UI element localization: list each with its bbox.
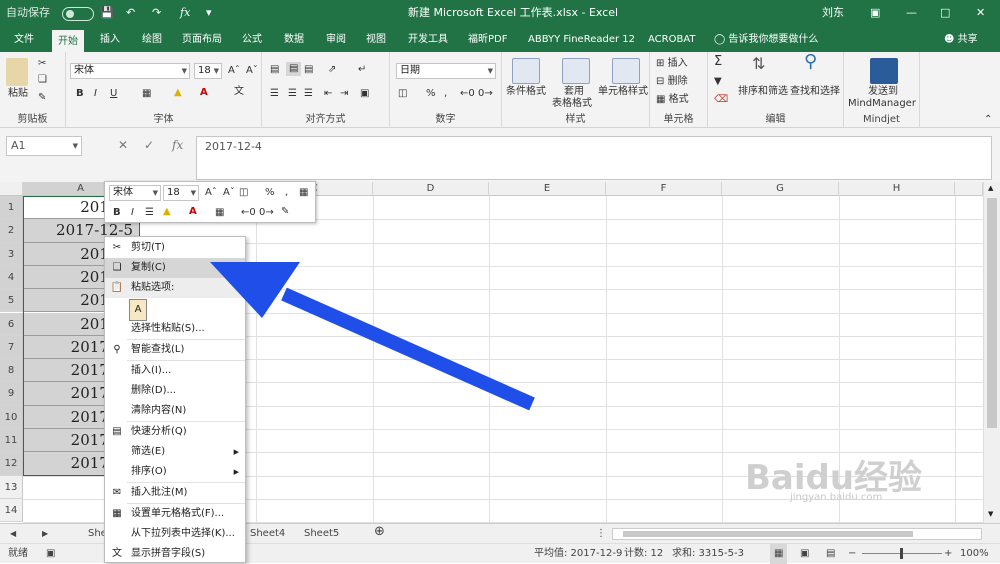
arrow-shaft	[281, 287, 535, 411]
baidu-watermark-url: jingyan.baidu.com	[790, 492, 883, 503]
